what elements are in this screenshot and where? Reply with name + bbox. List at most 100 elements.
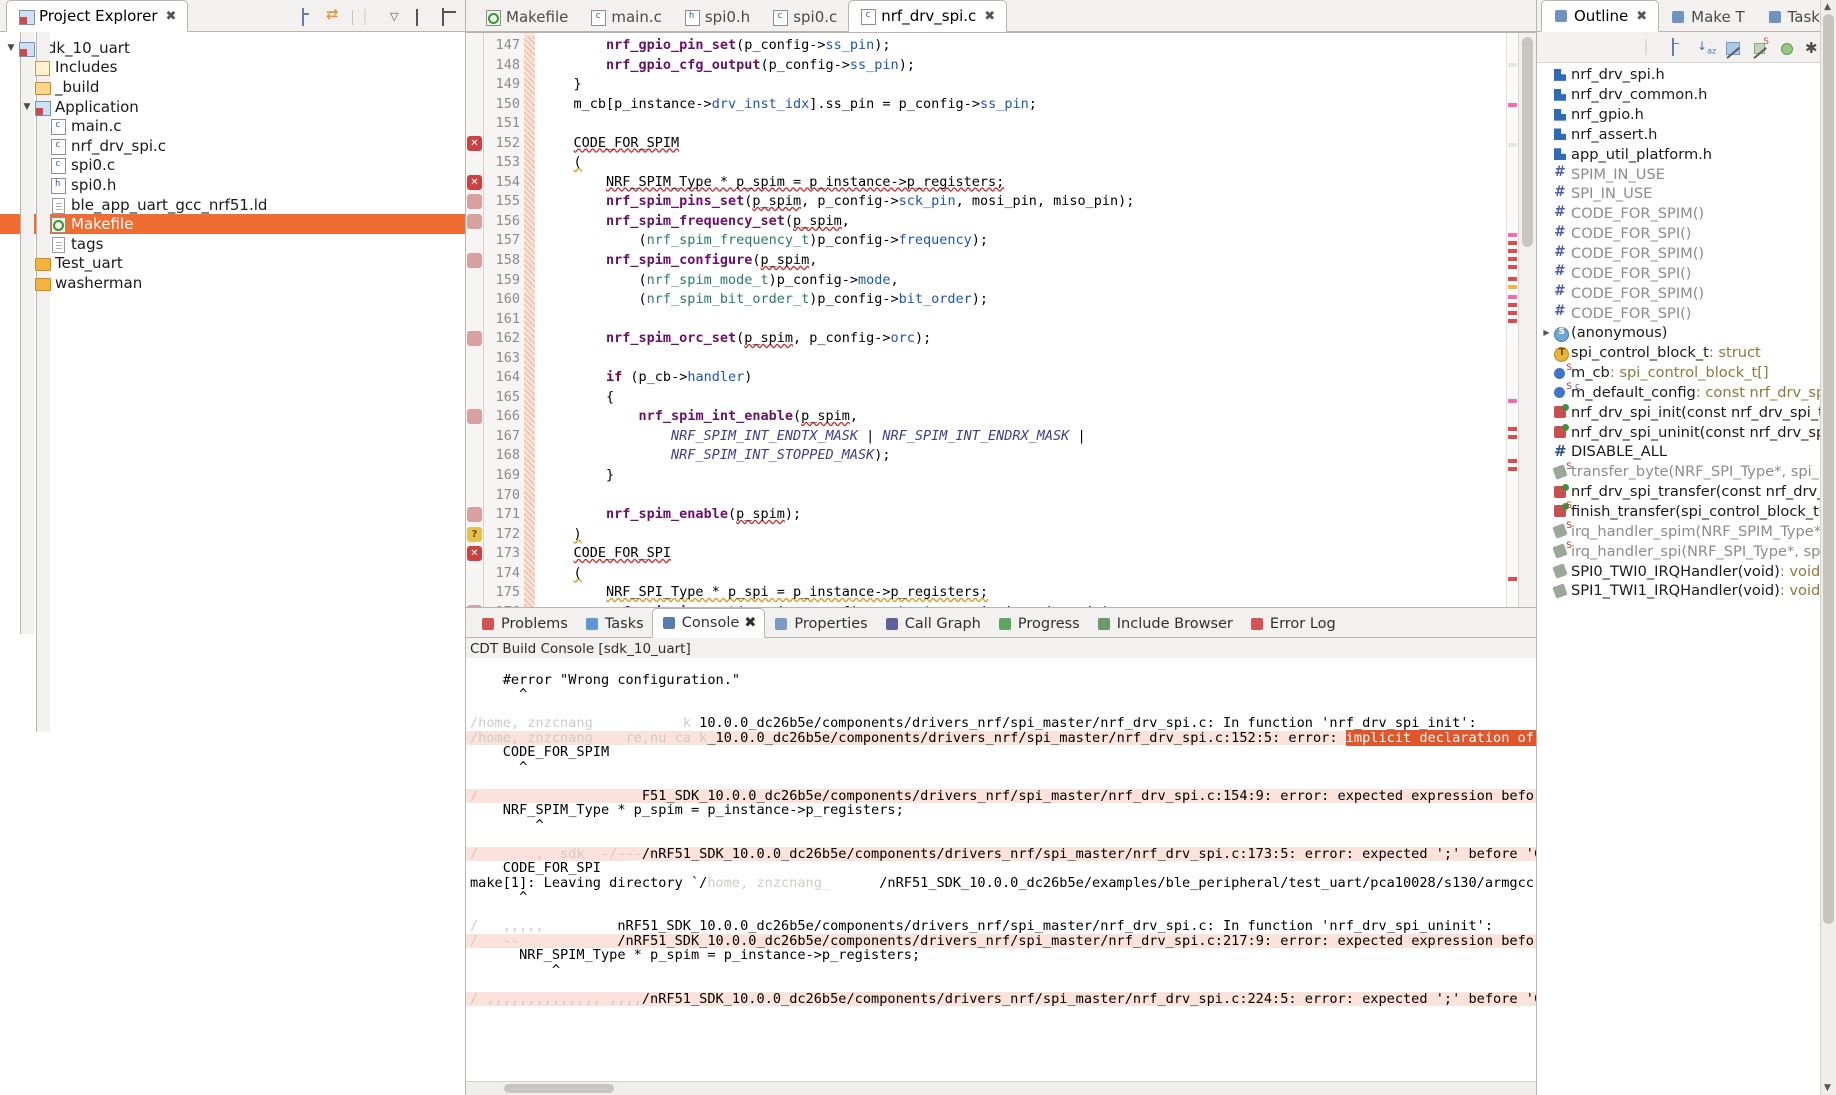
minimize-icon[interactable] bbox=[414, 9, 431, 26]
console-line[interactable]: ^ bbox=[466, 817, 1536, 833]
window-scroll-thumb[interactable] bbox=[1823, 14, 1834, 924]
quickfix-marker-icon[interactable] bbox=[467, 604, 482, 607]
editor-vertical-scrollbar[interactable] bbox=[1518, 33, 1536, 607]
collapse-all-icon[interactable] bbox=[300, 8, 317, 26]
code-line[interactable] bbox=[535, 114, 1506, 134]
outline-item[interactable]: nrf_drv_spi_uninit(const nrf_drv_spi_ bbox=[1537, 422, 1836, 442]
code-line[interactable]: (nrf_spim_frequency_t)p_config->frequenc… bbox=[535, 231, 1506, 251]
console-line[interactable]: ^ bbox=[466, 890, 1536, 905]
console-tab-include-browser[interactable]: Include Browser bbox=[1088, 610, 1241, 638]
sort-icon[interactable]: ↓az bbox=[1697, 39, 1716, 56]
console-tab-properties[interactable]: Properties bbox=[765, 610, 875, 638]
scroll-up-arrow-icon[interactable]: ▲ bbox=[1824, 2, 1831, 12]
tree-item-makefile[interactable]: Makefile bbox=[0, 214, 465, 234]
question-marker-icon[interactable]: ? bbox=[467, 526, 482, 542]
console-line[interactable] bbox=[466, 658, 1536, 673]
outline-tab-outline[interactable]: Outline ✖ bbox=[1541, 0, 1660, 32]
console-tab-error-log[interactable]: Error Log bbox=[1241, 610, 1344, 638]
outline-item[interactable]: # DISABLE_ALL bbox=[1537, 442, 1836, 462]
tab-project-explorer[interactable]: Project Explorer ✖ bbox=[6, 0, 189, 32]
error-marker-icon[interactable]: ✕ bbox=[467, 546, 482, 562]
code-line[interactable]: ) bbox=[535, 525, 1506, 545]
tree-item-sdk-10-uart[interactable]: sdk_10_uart bbox=[0, 38, 465, 58]
console-scroll-thumb[interactable] bbox=[504, 1084, 614, 1093]
hide-static-icon[interactable]: S bbox=[1751, 37, 1769, 58]
console-output[interactable]: #error "Wrong configuration." ^ /home, zn… bbox=[466, 658, 1536, 1081]
close-icon[interactable]: ✖ bbox=[166, 9, 177, 24]
expand-right-icon[interactable] bbox=[36, 32, 50, 733]
error-marker-icon[interactable]: ✕ bbox=[467, 135, 482, 151]
tree-item-test-uart[interactable]: Test_uart bbox=[0, 254, 465, 274]
code-line[interactable]: nrf_spim_pins_set(p_spim, p_config->sck_… bbox=[535, 192, 1506, 212]
maximize-icon[interactable] bbox=[440, 8, 457, 26]
outline-item[interactable]: SPI1_TWI1_IRQHandler(void) : void bbox=[1537, 581, 1836, 601]
console-horizontal-scrollbar[interactable] bbox=[466, 1081, 1536, 1095]
outline-item[interactable]: Sfinish_transfer(spi_control_block_t*) bbox=[1537, 501, 1836, 522]
console-line[interactable] bbox=[466, 702, 1536, 717]
expand-right-icon[interactable] bbox=[20, 32, 34, 635]
outline-item[interactable]: nrf_gpio.h bbox=[1537, 105, 1836, 125]
hide-non-public-icon[interactable] bbox=[1778, 39, 1795, 56]
console-line[interactable]: /home, znzcnang k 10.0.0_dc26b5e/compone… bbox=[466, 716, 1536, 731]
code-line[interactable]: { bbox=[535, 388, 1506, 408]
console-line[interactable] bbox=[466, 905, 1536, 920]
console-line[interactable]: / ,,,,, nRF51_SDK_10.0.0_dc26b5e/compone… bbox=[466, 919, 1536, 934]
outline-item[interactable]: SPI_IN_USE bbox=[1537, 184, 1836, 204]
outline-item[interactable]: nrf_drv_spi_transfer(const nrf_drv_sp bbox=[1537, 482, 1836, 502]
outline-item[interactable]: CODE_FOR_SPI() bbox=[1537, 263, 1836, 283]
console-line[interactable]: make[1]: Leaving directory `/home, znzcn… bbox=[466, 875, 1536, 891]
outline-item[interactable]: Sm_cb : spi_control_block_t[] bbox=[1537, 363, 1836, 383]
hide-fields-icon[interactable] bbox=[1724, 39, 1741, 58]
console-tab-console[interactable]: Console ✖ bbox=[651, 608, 766, 638]
editor-folding-ruler[interactable] bbox=[524, 33, 535, 607]
console-tab-tasks[interactable]: Tasks bbox=[576, 610, 652, 638]
quickfix-marker-icon[interactable] bbox=[467, 409, 482, 425]
outline-item[interactable]: CODE_FOR_SPIM() bbox=[1537, 244, 1836, 264]
code-line[interactable]: nrf_spim_orc_set(p_spim, p_config->orc); bbox=[535, 329, 1506, 349]
quickfix-marker-icon[interactable] bbox=[467, 331, 482, 347]
console-line[interactable] bbox=[466, 832, 1536, 847]
outline-list[interactable]: nrf_drv_spi.h nrf_drv_common.h nrf_gpio.h n… bbox=[1537, 63, 1836, 1095]
outline-item[interactable]: spi_control_block_t : struct bbox=[1537, 343, 1836, 363]
console-error-line[interactable]: /home, znzcnang re,nu ca k_10.0.0_dc26b5… bbox=[466, 729, 1536, 746]
outline-item[interactable]: Sirq_handler_spim(NRF_SPIM_Type*, s bbox=[1537, 521, 1836, 541]
console-line[interactable]: CODE_FOR_SPI bbox=[466, 861, 1536, 876]
close-icon[interactable]: ✖ bbox=[984, 9, 995, 24]
tree-item--build[interactable]: _build bbox=[0, 32, 465, 635]
console-error-line[interactable]: / ,,,,,,,,,,,,,, ,,,,/nRF51_SDK_10.0.0_d… bbox=[466, 991, 1536, 1006]
code-line[interactable] bbox=[535, 486, 1506, 506]
code-line[interactable]: NRF_SPIM_INT_STOPPED_MASK); bbox=[535, 446, 1506, 466]
focus-active-task-icon[interactable] bbox=[1643, 37, 1660, 56]
outline-item[interactable]: app_util_platform.h bbox=[1537, 144, 1836, 164]
editor-code[interactable]: nrf_gpio_pin_set(p_config->ss_pin); nrf_… bbox=[535, 33, 1506, 607]
console-line[interactable]: CODE_FOR_SPIM bbox=[466, 745, 1536, 760]
outline-item[interactable]: nrf_drv_spi.h bbox=[1537, 65, 1836, 85]
editor-tab-spi0-c[interactable]: spi0.c bbox=[761, 2, 848, 32]
source-editor[interactable]: ✕ ✕? ✕ 147 148 149 150 151 152 153 154 155 156 157 15… bbox=[466, 32, 1536, 607]
code-line[interactable]: if (p_cb->handler) bbox=[535, 368, 1506, 388]
editor-overview-ruler[interactable] bbox=[1506, 33, 1518, 607]
outline-item[interactable]: nrf_drv_spi_init(const nrf_drv_spi_t* bbox=[1537, 402, 1836, 422]
outline-item[interactable]: CODE_FOR_SPIM() bbox=[1537, 283, 1836, 303]
console-line[interactable]: NRF_SPIM_Type * p_spim = p_instance->p_r… bbox=[466, 948, 1536, 963]
collapse-all-icon[interactable] bbox=[1670, 37, 1687, 56]
expand-down-icon[interactable] bbox=[20, 102, 34, 112]
console-line[interactable] bbox=[466, 977, 1536, 992]
link-with-editor-icon[interactable] bbox=[326, 9, 343, 26]
quickfix-marker-icon[interactable] bbox=[467, 194, 482, 210]
code-line[interactable]: nrf_spim_enable(p_spim); bbox=[535, 505, 1506, 525]
project-tree[interactable]: sdk_10_uartIncludes_buildApplicationmain… bbox=[0, 32, 465, 1095]
code-line[interactable]: } bbox=[535, 75, 1506, 95]
code-line[interactable]: CODE_FOR_SPIM bbox=[535, 134, 1506, 154]
outline-tab-make-t[interactable]: Make T bbox=[1659, 2, 1755, 32]
quickfix-marker-icon[interactable] bbox=[467, 253, 482, 269]
error-marker-icon[interactable]: ✕ bbox=[467, 174, 482, 190]
console-error-line[interactable]: / , sdk -/---/nRF51_SDK_10.0.0_dc26b5e/c… bbox=[466, 846, 1536, 861]
editor-tab-makefile[interactable]: Makefile bbox=[474, 2, 579, 32]
code-line[interactable]: ( bbox=[535, 153, 1506, 173]
outline-item[interactable]: CODE_FOR_SPI() bbox=[1537, 224, 1836, 244]
tree-item-nrf-drv-spi-c[interactable]: nrf_drv_spi.c bbox=[0, 32, 465, 694]
tree-item-spi0-h[interactable]: spi0.h bbox=[0, 32, 465, 733]
scroll-down-arrow-icon[interactable]: ▼ bbox=[1824, 1083, 1831, 1093]
expand-right-icon[interactable]: ▶ bbox=[1541, 328, 1552, 337]
